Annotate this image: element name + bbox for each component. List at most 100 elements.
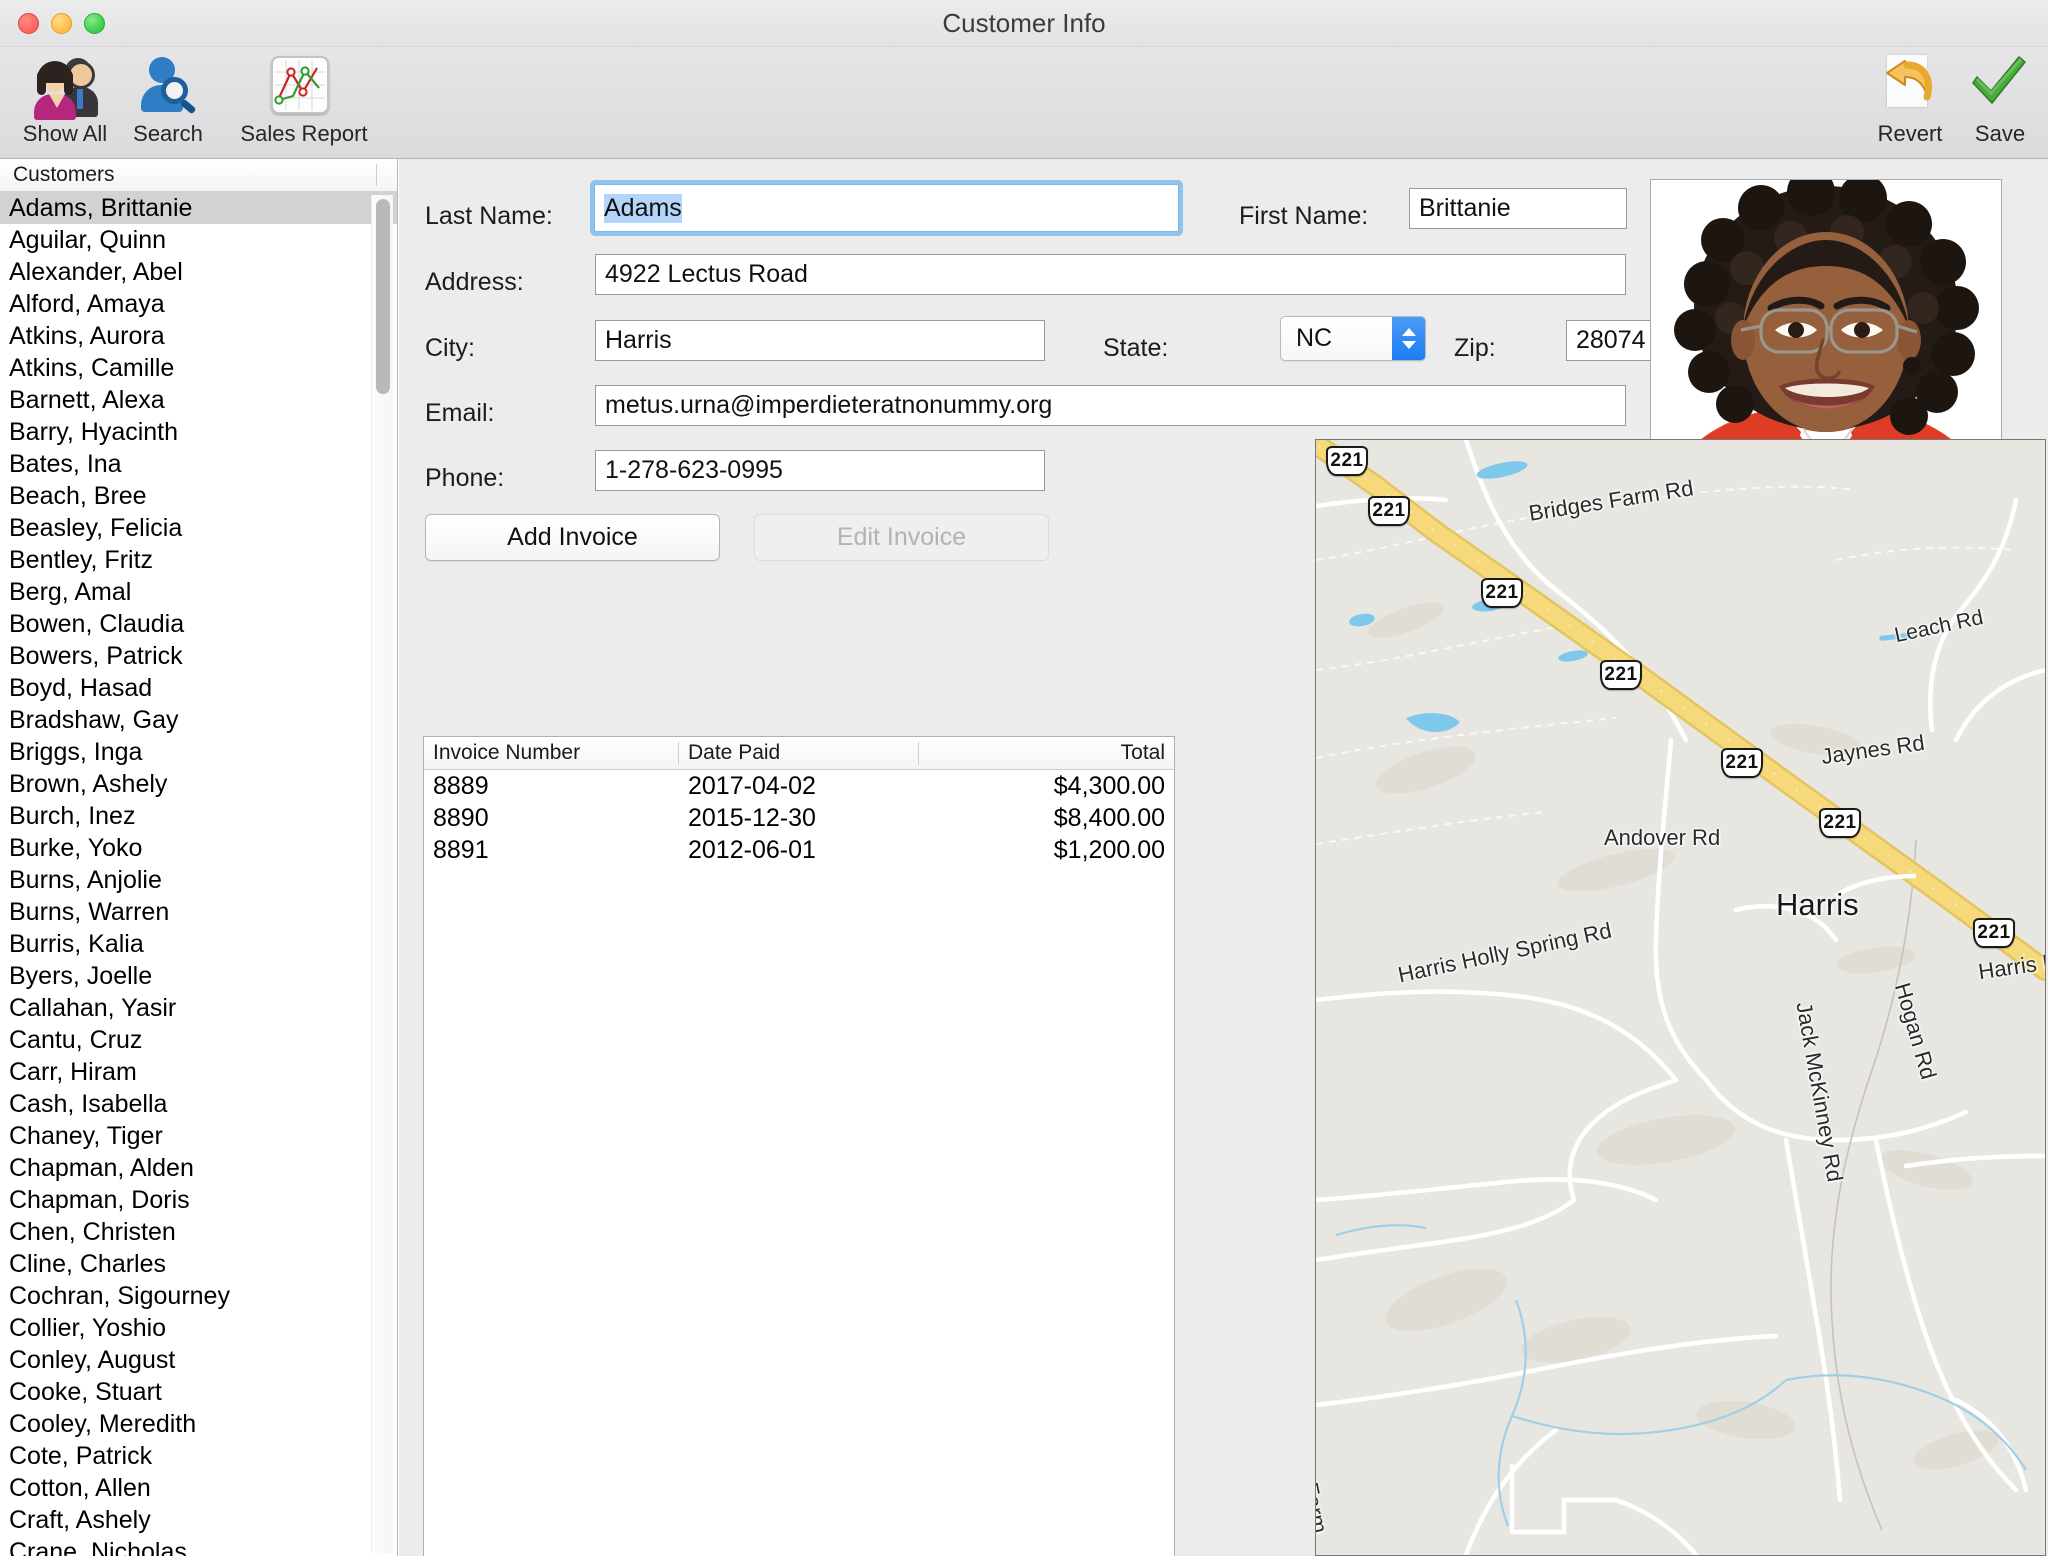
address-value: 4922 Lectus Road <box>605 260 808 289</box>
address-input[interactable]: 4922 Lectus Road <box>595 254 1626 295</box>
add-invoice-label: Add Invoice <box>507 523 638 552</box>
address-label: Address: <box>425 268 524 297</box>
email-label: Email: <box>425 399 494 428</box>
customer-list-item[interactable]: Briggs, Inga <box>0 736 397 768</box>
customer-list-item[interactable]: Cash, Isabella <box>0 1088 397 1120</box>
toolbar-button-sales-report[interactable]: Sales Report <box>214 53 394 147</box>
customer-list-item[interactable]: Collier, Yoshio <box>0 1312 397 1344</box>
location-map[interactable]: 221 221 221 221 221 221 221 Bridges Farm… <box>1315 439 2046 1556</box>
place-label-harris: Harris <box>1776 887 1859 923</box>
chevron-updown-icon[interactable] <box>1392 317 1425 360</box>
customer-list-item[interactable]: Barry, Hyacinth <box>0 416 397 448</box>
customer-list-item[interactable]: Bradshaw, Gay <box>0 704 397 736</box>
state-label: State: <box>1103 334 1168 363</box>
last-name-label: Last Name: <box>425 202 553 231</box>
invoice-number-cell: 8891 <box>424 834 679 866</box>
invoice-row[interactable]: 88912012-06-01$1,200.00 <box>424 834 1174 866</box>
first-name-value: Brittanie <box>1419 194 1511 223</box>
last-name-input[interactable]: Adams <box>594 184 1179 232</box>
route-shield-221: 221 <box>1721 748 1763 778</box>
email-value: metus.urna@imperdieteratnonummy.org <box>605 391 1052 420</box>
route-shield-221: 221 <box>1819 808 1861 838</box>
page-title: Customer Info <box>0 8 2048 39</box>
edit-invoice-button[interactable]: Edit Invoice <box>754 514 1049 561</box>
customer-list-item[interactable]: Cote, Patrick <box>0 1440 397 1472</box>
customer-list-item[interactable]: Aguilar, Quinn <box>0 224 397 256</box>
customer-list-item[interactable]: Atkins, Aurora <box>0 320 397 352</box>
customer-list-item[interactable]: Burch, Inez <box>0 800 397 832</box>
customer-list-item[interactable]: Beasley, Felicia <box>0 512 397 544</box>
city-input[interactable]: Harris <box>595 320 1045 361</box>
customer-list-item[interactable]: Craft, Ashely <box>0 1504 397 1536</box>
customer-list-item[interactable]: Chapman, Alden <box>0 1152 397 1184</box>
customer-list-item[interactable]: Berg, Amal <box>0 576 397 608</box>
sidebar-scrollbar-thumb[interactable] <box>376 199 390 394</box>
customers-sidebar: Customers Adams, BrittanieAguilar, Quinn… <box>0 159 398 1556</box>
first-name-input[interactable]: Brittanie <box>1409 188 1627 229</box>
customer-info-window: Customer Info Show All <box>0 0 2048 1556</box>
route-shield-221: 221 <box>1481 578 1523 608</box>
customer-list-item[interactable]: Cotton, Allen <box>0 1472 397 1504</box>
customer-list-item[interactable]: Chaney, Tiger <box>0 1120 397 1152</box>
customer-list-item[interactable]: Chen, Christen <box>0 1216 397 1248</box>
state-value: NC <box>1296 324 1332 353</box>
customer-list-item[interactable]: Byers, Joelle <box>0 960 397 992</box>
customer-list-item[interactable]: Crane, Nicholas <box>0 1536 397 1556</box>
customer-list-item[interactable]: Cline, Charles <box>0 1248 397 1280</box>
customer-list-item[interactable]: Cochran, Sigourney <box>0 1280 397 1312</box>
customer-list-item[interactable]: Conley, August <box>0 1344 397 1376</box>
edit-invoice-label: Edit Invoice <box>837 523 966 552</box>
customer-list-item[interactable]: Bates, Ina <box>0 448 397 480</box>
toolbar-button-save[interactable]: Save <box>1955 53 2045 147</box>
title-bar: Customer Info <box>0 0 2048 47</box>
phone-input[interactable]: 1-278-623-0995 <box>595 450 1045 491</box>
invoice-row[interactable]: 88902015-12-30$8,400.00 <box>424 802 1174 834</box>
customer-list-item[interactable]: Cantu, Cruz <box>0 1024 397 1056</box>
customer-list-item[interactable]: Bowers, Patrick <box>0 640 397 672</box>
customers-list[interactable]: Adams, BrittanieAguilar, QuinnAlexander,… <box>0 192 397 1556</box>
customer-list-item[interactable]: Beach, Bree <box>0 480 397 512</box>
customer-list-item[interactable]: Bowen, Claudia <box>0 608 397 640</box>
column-header-invoice-number: Invoice Number <box>424 737 679 770</box>
customer-list-item[interactable]: Cooke, Stuart <box>0 1376 397 1408</box>
customer-list-item[interactable]: Barnett, Alexa <box>0 384 397 416</box>
customer-list-item[interactable]: Callahan, Yasir <box>0 992 397 1024</box>
sidebar-scrollbar[interactable] <box>371 195 393 1553</box>
phone-label: Phone: <box>425 464 504 493</box>
email-input[interactable]: metus.urna@imperdieteratnonummy.org <box>595 385 1626 426</box>
green-checkmark-icon <box>1967 53 2033 119</box>
person-search-icon <box>135 53 201 119</box>
customer-list-item[interactable]: Burke, Yoko <box>0 832 397 864</box>
customer-list-item[interactable]: Chapman, Doris <box>0 1184 397 1216</box>
invoice-number-cell: 8890 <box>424 802 679 834</box>
toolbar-button-revert[interactable]: Revert <box>1855 53 1965 147</box>
route-shield-221: 221 <box>1326 446 1368 476</box>
route-shield-221: 221 <box>1368 496 1410 526</box>
customer-list-item[interactable]: Bentley, Fritz <box>0 544 397 576</box>
toolbar: Show All Search <box>0 47 2048 159</box>
date-paid-cell: 2017-04-02 <box>679 770 919 802</box>
customer-list-item[interactable]: Carr, Hiram <box>0 1056 397 1088</box>
customer-list-item[interactable]: Cooley, Meredith <box>0 1408 397 1440</box>
customer-list-item[interactable]: Brown, Ashely <box>0 768 397 800</box>
total-cell: $8,400.00 <box>919 802 1174 834</box>
customer-list-item[interactable]: Burns, Warren <box>0 896 397 928</box>
customer-list-item[interactable]: Burns, Anjolie <box>0 864 397 896</box>
customer-list-item[interactable]: Adams, Brittanie <box>0 192 397 224</box>
customer-list-item[interactable]: Alford, Amaya <box>0 288 397 320</box>
zip-value: 28074 <box>1576 326 1646 355</box>
invoice-row[interactable]: 88892017-04-02$4,300.00 <box>424 770 1174 802</box>
state-select[interactable]: NC <box>1280 316 1426 361</box>
customer-list-item[interactable]: Boyd, Hasad <box>0 672 397 704</box>
column-separator <box>376 164 377 186</box>
customer-list-item[interactable]: Burris, Kalia <box>0 928 397 960</box>
invoice-table[interactable]: Invoice Number Date Paid Total 88892017-… <box>423 736 1175 1556</box>
last-name-value: Adams <box>604 194 682 223</box>
customer-detail-panel: Last Name: Adams First Name: Brittanie A… <box>399 159 2048 1556</box>
toolbar-label-search: Search <box>133 121 203 147</box>
customer-list-item[interactable]: Atkins, Camille <box>0 352 397 384</box>
road-label-andover-rd: Andover Rd <box>1604 825 1720 851</box>
add-invoice-button[interactable]: Add Invoice <box>425 514 720 561</box>
customer-list-item[interactable]: Alexander, Abel <box>0 256 397 288</box>
total-cell: $1,200.00 <box>919 834 1174 866</box>
